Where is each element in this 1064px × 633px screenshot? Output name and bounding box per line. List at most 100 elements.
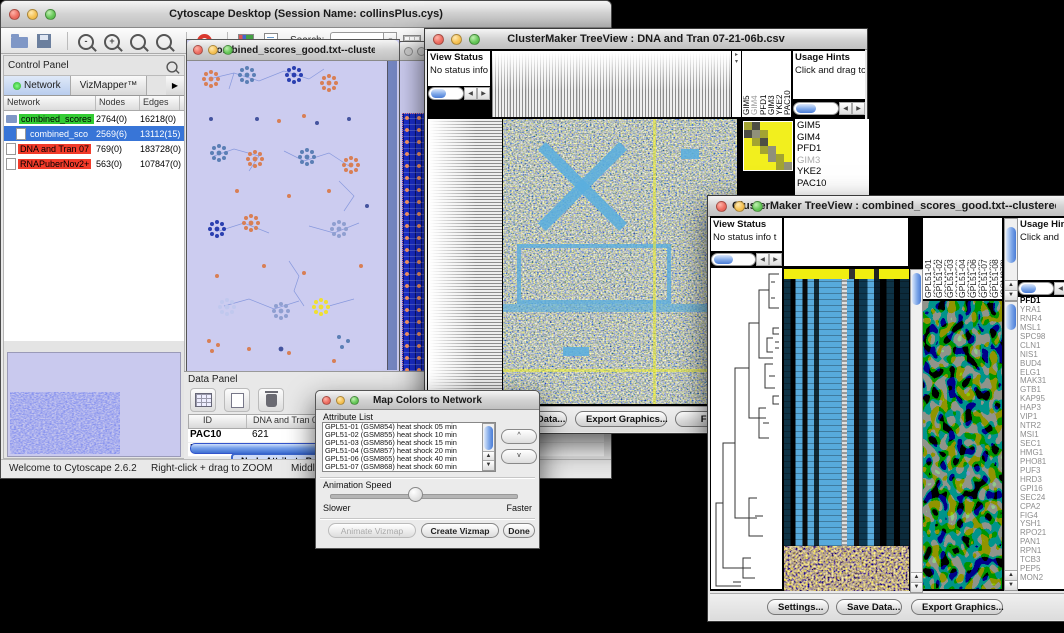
zoom-in-icon[interactable]: + bbox=[104, 32, 124, 50]
scroll-down-icon[interactable]: ▼ bbox=[911, 582, 922, 592]
scroll-right-icon[interactable]: ▶ bbox=[769, 253, 782, 266]
network-canvas[interactable] bbox=[189, 61, 388, 370]
close-button[interactable] bbox=[9, 9, 20, 20]
scroll-left-icon[interactable]: ◀ bbox=[839, 102, 852, 115]
scroll-left-icon[interactable]: ◀ bbox=[756, 253, 769, 266]
export-graphics-button[interactable]: Export Graphics... bbox=[575, 411, 667, 427]
usage-hints-panel: Usage Hints Click and drag to bbox=[793, 51, 865, 99]
treeview1-heatmap[interactable] bbox=[503, 119, 737, 404]
treeview2-heatmap[interactable] bbox=[784, 269, 909, 591]
close-button[interactable] bbox=[193, 45, 203, 55]
zoom-button[interactable] bbox=[45, 9, 56, 20]
treeview1-titlebar[interactable]: ClusterMaker TreeView : DNA and Tran 07-… bbox=[425, 29, 867, 50]
minimize-button[interactable] bbox=[734, 201, 745, 212]
export-graphics-button[interactable]: Export Graphics... bbox=[911, 599, 1003, 615]
tab-overflow-arrow-icon[interactable]: ▶ bbox=[166, 76, 184, 95]
dialog-titlebar[interactable]: Map Colors to Network bbox=[316, 391, 539, 410]
close-button[interactable] bbox=[433, 34, 444, 45]
gene-label[interactable]: MON2 bbox=[1020, 574, 1064, 583]
minimize-button[interactable] bbox=[336, 396, 345, 405]
view-status-scrollbar[interactable]: ◀ ▶ bbox=[711, 253, 782, 266]
minimize-button[interactable] bbox=[27, 9, 38, 20]
zoom-button[interactable] bbox=[752, 201, 763, 212]
animate-vizmap-button[interactable]: Animate Vizmap bbox=[328, 523, 416, 538]
treeview2-titlebar[interactable]: ClusterMaker TreeView : combined_scores_… bbox=[708, 196, 1064, 217]
scroll-down-icon[interactable]: ▼ bbox=[1005, 580, 1017, 590]
done-button[interactable]: Done bbox=[503, 523, 535, 538]
select-attributes-icon[interactable] bbox=[190, 388, 216, 412]
tab-vizmapper[interactable]: VizMapper™ bbox=[71, 76, 148, 95]
speed-slider-thumb[interactable] bbox=[408, 487, 423, 502]
move-up-button[interactable]: ^ bbox=[501, 429, 537, 444]
gene-label[interactable]: GIM4 bbox=[797, 132, 867, 144]
scroll-down-icon[interactable]: ▼ bbox=[1005, 290, 1017, 300]
attribute-list-item[interactable]: GPL51-07 (GSM868) heat shock 60 min bbox=[323, 463, 484, 471]
zoom-selected-icon[interactable] bbox=[156, 32, 176, 50]
close-button[interactable] bbox=[404, 47, 413, 56]
network-vertical-scrollbar[interactable] bbox=[387, 61, 397, 370]
scroll-left-icon[interactable]: ◀ bbox=[464, 87, 477, 100]
gene-label[interactable]: YKE2 bbox=[797, 166, 867, 178]
status-welcome: Welcome to Cytoscape 2.6.2 bbox=[9, 463, 137, 474]
scroll-up-icon[interactable]: ▲ bbox=[911, 572, 922, 582]
column-dendrogram[interactable] bbox=[784, 218, 908, 266]
view-status-scrollbar[interactable]: ◀ ▶ bbox=[428, 87, 490, 100]
dialog-title: Map Colors to Network bbox=[340, 395, 515, 406]
cytoscape-titlebar[interactable]: Cytoscape Desktop (Session Name: collins… bbox=[1, 1, 611, 28]
heatmap-vertical-scrollbar[interactable]: ▲ ▼ bbox=[910, 269, 923, 593]
network-window-titlebar[interactable]: combined_scores_good.txt--cluste... bbox=[187, 40, 399, 61]
scroll-up-icon[interactable]: ▲ bbox=[1005, 280, 1017, 290]
scroll-down-icon[interactable]: ▼ bbox=[483, 460, 494, 470]
table-row-selected[interactable]: combined_sco 2569(6) 13112(15) bbox=[4, 126, 184, 141]
scroll-right-icon[interactable]: ▶ bbox=[852, 102, 865, 115]
dendrogram-mini-scrollbar[interactable]: ▸▾ bbox=[732, 51, 741, 117]
desktop: Cytoscape Desktop (Session Name: collins… bbox=[0, 0, 1064, 633]
treeview1-title: ClusterMaker TreeView : DNA and Tran 07-… bbox=[449, 33, 843, 45]
cluster-correlation-matrix[interactable] bbox=[743, 121, 793, 171]
zoom-fit-icon[interactable] bbox=[130, 32, 150, 50]
new-attribute-icon[interactable] bbox=[224, 388, 250, 412]
move-down-button[interactable]: v bbox=[501, 449, 537, 464]
scroll-left-icon[interactable]: ◀ bbox=[1054, 282, 1064, 295]
save-data-button[interactable]: Save Data... bbox=[836, 599, 902, 615]
table-row[interactable]: combined_scores 2764(0) 16218(0) bbox=[4, 111, 184, 126]
usage-hints-scrollbar[interactable]: ◀ ▶ bbox=[1018, 282, 1064, 295]
zoom-button[interactable] bbox=[223, 45, 233, 55]
delete-attribute-icon[interactable] bbox=[258, 388, 284, 412]
speed-slider-track[interactable] bbox=[330, 494, 518, 499]
close-button[interactable] bbox=[322, 396, 331, 405]
minimize-button[interactable] bbox=[208, 45, 218, 55]
table-row[interactable]: DNA and Tran 07 769(0) 183728(0) bbox=[4, 141, 184, 156]
tab-network[interactable]: Network bbox=[4, 76, 71, 95]
zoom-button[interactable] bbox=[469, 34, 480, 45]
attribute-list-scrollbar[interactable]: ▲ ▼ bbox=[482, 423, 495, 471]
minimize-button[interactable] bbox=[451, 34, 462, 45]
scroll-up-icon[interactable]: ▲ bbox=[1005, 570, 1017, 580]
secondary-heatmap[interactable] bbox=[923, 301, 1002, 589]
experiment-label: GPL51-01 (GSM854) bbox=[924, 219, 935, 298]
gene-label[interactable]: PAC10 bbox=[797, 178, 867, 190]
save-session-icon[interactable] bbox=[37, 32, 57, 50]
treeview2-gene-list[interactable]: PFD1YRA1RNR4MSL1SPC98CLN1NIS1BUD4ELG1MAK… bbox=[1018, 297, 1064, 589]
gene-vertical-scrollbar[interactable]: ▲ ▼ bbox=[1004, 301, 1018, 591]
settings-button[interactable]: Settings... bbox=[767, 599, 829, 615]
gene-label[interactable]: GIM5 bbox=[797, 120, 867, 132]
gene-label[interactable]: GIM3 bbox=[797, 155, 867, 167]
network-overview-thumbnail[interactable] bbox=[7, 352, 181, 457]
zoom-button[interactable] bbox=[350, 396, 359, 405]
table-row[interactable]: RNAPuberNov2+ 563(0) 107847(0) bbox=[4, 156, 184, 171]
labels-vertical-scrollbar[interactable]: ▲ ▼ bbox=[1004, 218, 1018, 301]
open-file-icon[interactable] bbox=[11, 32, 31, 50]
row-dendrogram[interactable] bbox=[711, 268, 782, 589]
attribute-list[interactable]: GPL51-01 (GSM854) heat shock 05 minGPL51… bbox=[322, 422, 496, 472]
usage-hints-scrollbar[interactable]: ◀ ▶ bbox=[793, 102, 865, 115]
scroll-right-icon[interactable]: ▶ bbox=[477, 87, 490, 100]
column-dendrogram[interactable] bbox=[492, 51, 731, 117]
create-vizmap-button[interactable]: Create Vizmap bbox=[421, 523, 499, 538]
gene-label[interactable]: PFD1 bbox=[797, 143, 867, 155]
close-button[interactable] bbox=[716, 201, 727, 212]
zoom-out-icon[interactable]: - bbox=[78, 32, 98, 50]
row-dendrogram[interactable] bbox=[428, 119, 502, 404]
id-column-header[interactable]: ID bbox=[189, 415, 247, 428]
float-panel-icon[interactable] bbox=[166, 61, 177, 72]
